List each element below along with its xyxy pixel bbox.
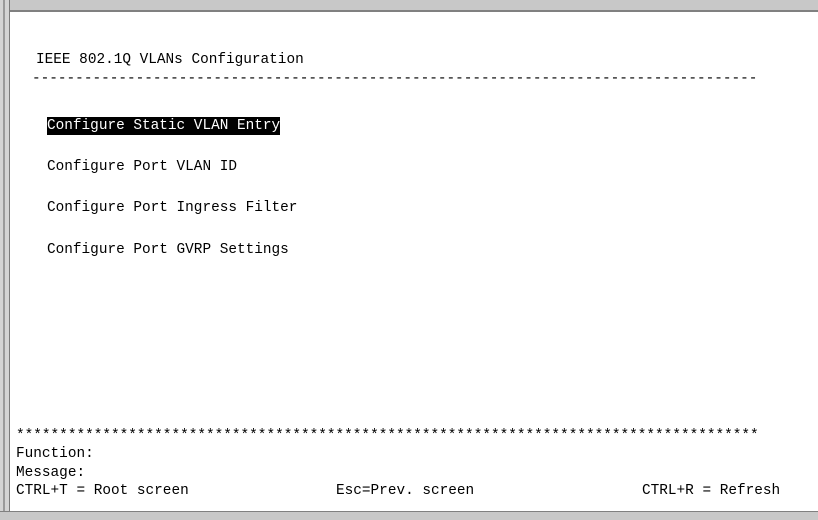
function-label: Function: <box>16 446 94 462</box>
footer-separator: ****************************************… <box>16 428 759 444</box>
title-separator: ----------------------------------------… <box>32 71 758 87</box>
menu-item-configure-port-gvrp-settings[interactable]: Configure Port GVRP Settings <box>47 241 289 259</box>
key-hints-bar: CTRL+T = Root screen Esc=Prev. screen CT… <box>16 482 816 500</box>
menu-item-configure-port-ingress-filter[interactable]: Configure Port Ingress Filter <box>47 199 297 217</box>
hint-prev-screen: Esc=Prev. screen <box>336 483 475 499</box>
hint-root-screen: CTRL+T = Root screen <box>16 483 189 499</box>
window-top-border <box>0 0 818 12</box>
message-label: Message: <box>16 465 86 481</box>
terminal-screen[interactable]: IEEE 802.1Q VLANs Configuration --------… <box>10 12 818 511</box>
hint-refresh: CTRL+R = Refresh <box>642 483 781 499</box>
page-title: IEEE 802.1Q VLANs Configuration <box>36 52 304 68</box>
menu-item-configure-static-vlan-entry[interactable]: Configure Static VLAN Entry <box>47 117 281 135</box>
terminal-window-frame: IEEE 802.1Q VLANs Configuration --------… <box>0 0 818 520</box>
window-bottom-border <box>0 511 818 520</box>
menu-item-configure-port-vlan-id[interactable]: Configure Port VLAN ID <box>47 158 237 176</box>
window-left-border <box>0 0 10 520</box>
